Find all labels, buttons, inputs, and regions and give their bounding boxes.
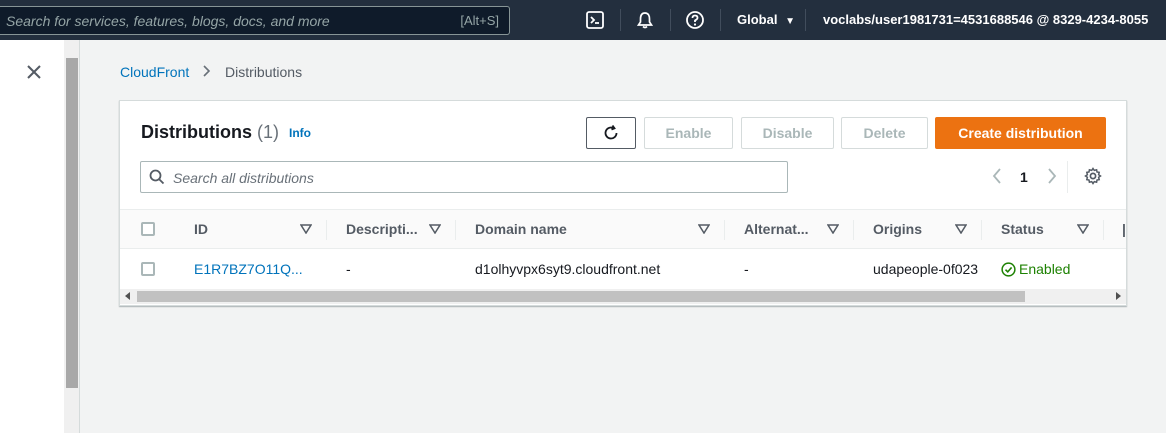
info-link[interactable]: Info [289, 126, 311, 140]
horizontal-scroll-thumb[interactable] [137, 291, 1025, 302]
current-page-number[interactable]: 1 [1020, 169, 1028, 185]
column-divider[interactable] [853, 220, 854, 240]
scroll-right-icon[interactable] [1114, 292, 1122, 300]
region-label: Global [737, 12, 778, 27]
refresh-icon [604, 124, 618, 140]
alternate-domain-cell: - [744, 261, 749, 277]
settings-gear-icon[interactable] [1084, 167, 1102, 185]
column-header-truncated: | [1122, 221, 1126, 237]
close-icon[interactable] [24, 62, 44, 82]
nav-divider [620, 9, 621, 31]
cloudshell-icon[interactable] [585, 10, 605, 30]
global-search-input[interactable]: Search for services, features, blogs, do… [0, 6, 510, 35]
sort-caret-icon[interactable] [429, 224, 441, 234]
search-icon [149, 169, 165, 185]
column-header-alternate[interactable]: Alternat... [744, 221, 809, 237]
distributions-table-container: Distributions (1) Info Enable Disable De… [119, 100, 1127, 306]
description-cell: - [346, 261, 351, 277]
status-label: Enabled [1019, 261, 1071, 277]
sort-caret-icon[interactable] [300, 224, 312, 234]
domain-name-cell: d1olhyvpx6syt9.cloudfront.net [475, 261, 661, 277]
caret-down-icon: ▼ [785, 16, 795, 27]
delete-button[interactable]: Delete [841, 117, 928, 149]
enable-button[interactable]: Enable [644, 117, 733, 149]
account-label: voclabs/user1981731=4531688546 @ 8329-42… [823, 12, 1149, 27]
column-header-domain-name[interactable]: Domain name [475, 221, 567, 237]
sort-caret-icon[interactable] [827, 224, 839, 234]
distributions-search-input[interactable]: Search all distributions [140, 161, 788, 193]
search-placeholder: Search all distributions [173, 170, 314, 186]
help-icon[interactable] [685, 10, 705, 30]
status-cell: Enabled [1001, 261, 1070, 277]
previous-page-icon[interactable] [991, 167, 1003, 185]
nav-divider [670, 9, 671, 31]
column-header-status[interactable]: Status [1001, 221, 1044, 237]
search-shortcut-hint: [Alt+S] [460, 13, 499, 28]
refresh-button[interactable] [586, 117, 636, 149]
origins-cell: udapeople-0f023 [873, 261, 979, 277]
account-menu[interactable]: voclabs/user1981731=4531688546 @ 8329-42… [823, 12, 1148, 27]
distributions-heading: Distributions [141, 122, 252, 142]
column-divider[interactable] [724, 220, 725, 240]
check-circle-icon [1001, 262, 1016, 277]
column-header-description[interactable]: Descripti... [346, 221, 418, 237]
bell-icon[interactable] [635, 10, 655, 30]
distribution-id-link[interactable]: E1R7BZ7O11Q... [194, 261, 303, 277]
column-header-id[interactable]: ID [194, 221, 208, 237]
sort-caret-icon[interactable] [955, 224, 967, 234]
column-divider[interactable] [455, 220, 456, 240]
pager-divider [1067, 161, 1068, 193]
chevron-right-icon [203, 64, 211, 80]
breadcrumb: CloudFront Distributions [120, 64, 302, 80]
disable-button[interactable]: Disable [741, 117, 834, 149]
distribution-count: (1) [257, 122, 280, 142]
table-row[interactable]: E1R7BZ7O11Q... - d1olhyvpx6syt9.cloudfro… [120, 249, 1126, 289]
table-header: ID Descripti... Domain name Alternat... … [120, 209, 1126, 249]
side-navigation-panel [0, 40, 64, 433]
region-selector[interactable]: Global ▼ [737, 12, 795, 27]
nav-divider [805, 9, 806, 31]
side-panel-scroll-thumb[interactable] [66, 58, 78, 388]
breadcrumb-cloudfront-link[interactable]: CloudFront [120, 64, 189, 80]
column-divider[interactable] [1103, 220, 1104, 240]
column-divider[interactable] [326, 220, 327, 240]
row-select-checkbox[interactable] [141, 262, 155, 276]
global-search-placeholder: Search for services, features, blogs, do… [6, 13, 330, 29]
column-divider[interactable] [981, 220, 982, 240]
select-all-checkbox[interactable] [141, 222, 155, 236]
create-distribution-button[interactable]: Create distribution [935, 117, 1106, 149]
top-nav-bar: Search for services, features, blogs, do… [0, 0, 1166, 40]
table-horizontal-scrollbar[interactable] [120, 289, 1126, 304]
nav-divider [720, 9, 721, 31]
sort-caret-icon[interactable] [1077, 224, 1089, 234]
next-page-icon[interactable] [1046, 167, 1058, 185]
sort-caret-icon[interactable] [698, 224, 710, 234]
breadcrumb-current: Distributions [225, 64, 303, 80]
scroll-left-icon[interactable] [124, 292, 132, 300]
column-header-origins[interactable]: Origins [873, 221, 922, 237]
page-title: Distributions (1) [141, 122, 279, 143]
